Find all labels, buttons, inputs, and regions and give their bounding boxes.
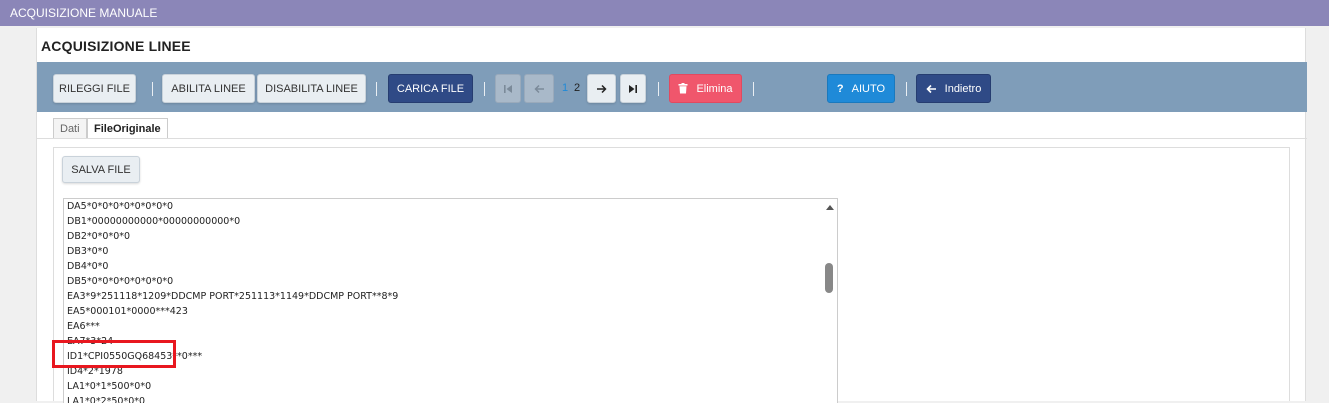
carica-file-button[interactable]: CARICA FILE: [388, 74, 473, 103]
page-number-2[interactable]: 2: [574, 74, 580, 103]
abilita-linee-button[interactable]: ABILITA LINEE: [162, 74, 255, 103]
aiuto-button[interactable]: ? AIUTO: [827, 74, 895, 103]
editor-scrollbar[interactable]: [823, 199, 837, 403]
main-panel: ACQUISIZIONE LINEE RILEGGI FILE ABILITA …: [36, 28, 1307, 403]
file-line: DB4*0*0: [67, 261, 109, 272]
window-title-bar: ACQUISIZIONE MANUALE: [0, 0, 1329, 26]
toolbar: RILEGGI FILE ABILITA LINEE DISABILITA LI…: [37, 62, 1307, 112]
file-lines: DA5*0*0*0*0*0*0*0*0 DB1*00000000000*00000…: [67, 199, 398, 403]
toolbar-separator: [753, 82, 754, 96]
file-line: LA1*0*1*500*0*0: [67, 381, 152, 392]
toolbar-separator: [906, 82, 907, 96]
file-originale-pane: SALVA FILE DA5*0*0*0*0*0*0*0*0 DB1*000000…: [53, 147, 1290, 403]
file-line: LA1*0*2*50*0*0: [67, 396, 146, 403]
scrollbar-thumb[interactable]: [825, 263, 833, 293]
salva-file-button[interactable]: SALVA FILE: [62, 156, 140, 183]
aiuto-label: AIUTO: [851, 82, 886, 95]
disabilita-linee-button[interactable]: DISABILITA LINEE: [257, 74, 366, 103]
elimina-button[interactable]: Elimina: [669, 74, 742, 103]
trash-icon: [678, 83, 688, 94]
file-line: EA6***: [67, 321, 100, 332]
indietro-button[interactable]: Indietro: [916, 74, 991, 103]
file-text-editor[interactable]: DA5*0*0*0*0*0*0*0*0 DB1*00000000000*00000…: [63, 198, 838, 403]
tab-divider: [37, 138, 1307, 139]
next-page-button[interactable]: [587, 74, 616, 103]
file-line: EA5*000101*0000***423: [67, 306, 188, 317]
file-line: DB3*0*0: [67, 246, 109, 257]
last-page-button[interactable]: [620, 74, 646, 103]
toolbar-separator: [152, 82, 153, 96]
file-line: DB1*00000000000*00000000000*0: [67, 216, 241, 227]
question-mark-icon: ?: [836, 82, 844, 95]
arrow-left-icon: [926, 84, 936, 93]
first-page-button[interactable]: [495, 74, 521, 103]
first-page-icon: [504, 84, 512, 93]
file-line: DB5*0*0*0*0*0*0*0*0: [67, 276, 174, 287]
previous-page-button[interactable]: [524, 74, 554, 103]
last-page-icon: [629, 84, 637, 93]
file-line: EA3*9*251118*1209*DDCMP PORT*251113*1149…: [67, 291, 399, 302]
toolbar-separator: [376, 82, 377, 96]
indietro-label: Indietro: [944, 82, 982, 95]
arrow-left-icon: [533, 84, 544, 93]
page-number-1[interactable]: 1: [562, 74, 568, 103]
window-title: ACQUISIZIONE MANUALE: [10, 6, 158, 20]
page-title: ACQUISIZIONE LINEE: [41, 38, 191, 54]
tab-dati[interactable]: Dati: [53, 118, 87, 139]
highlight-box: [52, 340, 176, 368]
file-line: DB2*0*0*0*0: [67, 231, 131, 242]
scroll-up-arrow-icon[interactable]: [826, 205, 834, 210]
arrow-right-icon: [597, 84, 607, 93]
toolbar-separator: [658, 82, 659, 96]
rileggi-file-button[interactable]: RILEGGI FILE: [53, 74, 136, 103]
toolbar-separator: [484, 82, 485, 96]
elimina-label: Elimina: [696, 82, 733, 95]
tab-file-originale[interactable]: FileOriginale: [87, 118, 168, 139]
file-line: DA5*0*0*0*0*0*0*0*0: [67, 201, 174, 212]
